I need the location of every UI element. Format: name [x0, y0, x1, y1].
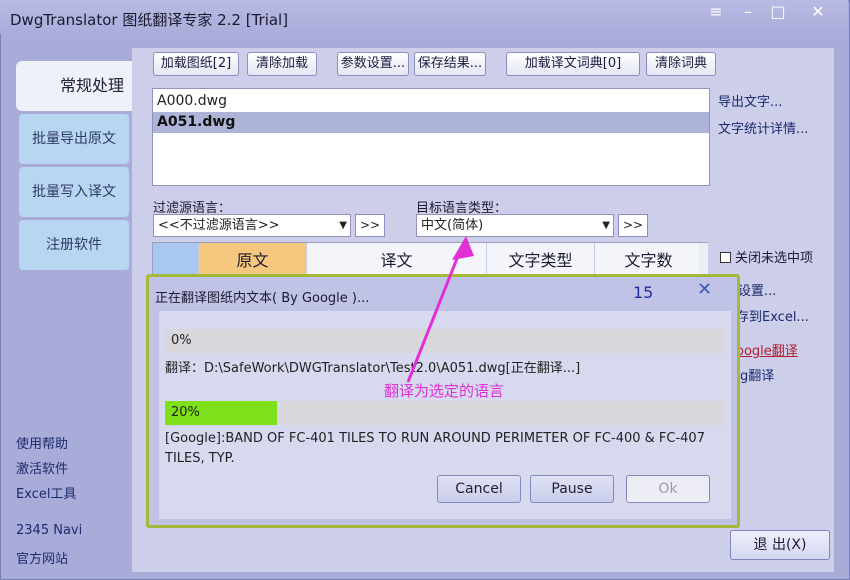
annotation-arrow [406, 236, 474, 383]
checkbox-box[interactable] [720, 252, 731, 263]
tab-register[interactable]: 注册软件 [19, 220, 129, 270]
tab-general[interactable]: 常规处理 [16, 61, 132, 111]
close-unselected-checkbox[interactable]: 关闭未选中项 [720, 247, 813, 266]
load-dict-button[interactable]: 加载译文词典[0] [506, 52, 640, 76]
menu-icon[interactable]: ≡ [702, 2, 730, 22]
settings-link[interactable]: 设置... [738, 280, 776, 299]
column-header-count[interactable]: 文字数 [595, 243, 703, 275]
website-link[interactable]: 官方网站 [16, 548, 68, 567]
list-item[interactable]: A051.dwg [153, 112, 709, 133]
current-text-line1: [Google]:BAND OF FC-401 TILES TO RUN ARO… [165, 431, 705, 446]
source-language-select[interactable]: <<不过滤源语言>> ▼ [153, 214, 351, 237]
maximize-icon[interactable]: □ [764, 2, 792, 22]
ok-button[interactable]: Ok [626, 475, 710, 503]
clear-load-button[interactable]: 清除加载 [247, 52, 317, 76]
save-excel-link[interactable]: 存到Excel... [736, 306, 809, 325]
column-header-type[interactable]: 文字类型 [487, 243, 595, 275]
window-title: DwgTranslator 图纸翻译专家 2.2 [Trial] [10, 11, 289, 29]
params-button[interactable]: 参数设置... [337, 52, 409, 76]
dropdown-arrow-icon: ▼ [602, 220, 610, 231]
dropdown-arrow-icon: ▼ [339, 220, 347, 231]
file-line: 翻译：D:\SafeWork\DWGTranslator\Test2.0\A05… [165, 361, 581, 376]
dialog-count: 15 [633, 283, 654, 302]
minimize-icon[interactable]: – [734, 2, 762, 22]
cancel-button[interactable]: Cancel [437, 475, 521, 503]
help-link[interactable]: 使用帮助 [16, 433, 68, 452]
load-drawing-button[interactable]: 加载图纸[2] [153, 52, 239, 76]
bing-translate-link[interactable]: g翻译 [740, 365, 774, 384]
dialog-title: 正在翻译图纸内文本( By Google )... [155, 291, 370, 306]
checkbox-label: 关闭未选中项 [735, 251, 814, 266]
clear-dict-button[interactable]: 清除词典 [646, 52, 716, 76]
text-stats-link[interactable]: 文字统计详情... [718, 118, 808, 137]
google-translate-link[interactable]: oogle翻译 [736, 340, 798, 359]
file-list[interactable]: A000.dwg A051.dwg [152, 88, 710, 186]
list-item[interactable]: A000.dwg [153, 91, 709, 112]
exit-button[interactable]: 退 出(X) [730, 530, 830, 560]
title-bar: DwgTranslator 图纸翻译专家 2.2 [Trial] ≡ – □ ✕ [0, 0, 848, 34]
progress-text: 0% [171, 333, 192, 348]
pause-button[interactable]: Pause [530, 475, 614, 503]
target-more-button[interactable]: >> [618, 214, 648, 237]
excel-tool-link[interactable]: Excel工具 [16, 483, 76, 502]
target-language-value: 中文(简体) [421, 218, 484, 233]
close-icon[interactable]: ✕ [804, 2, 832, 22]
annotation-text: 翻译为选定的语言 [384, 382, 505, 400]
column-header-source[interactable]: 原文 [199, 243, 307, 275]
activate-link[interactable]: 激活软件 [16, 458, 68, 477]
tab-batch-export[interactable]: 批量导出原文 [19, 114, 129, 164]
current-text-line2: TILES, TYP. [165, 451, 235, 466]
dialog-close-icon[interactable]: ✕ [697, 279, 712, 300]
save-results-button[interactable]: 保存结果... [414, 52, 486, 76]
grid-corner [153, 243, 199, 275]
source-language-value: <<不过滤源语言>> [158, 218, 280, 233]
source-more-button[interactable]: >> [355, 214, 385, 237]
tab-batch-write[interactable]: 批量写入译文 [19, 167, 129, 217]
navi-link[interactable]: 2345 Navi [16, 523, 82, 538]
progress-text: 20% [171, 405, 200, 420]
file-progress-bar: 20% [165, 401, 725, 425]
export-text-link[interactable]: 导出文字... [718, 91, 782, 110]
